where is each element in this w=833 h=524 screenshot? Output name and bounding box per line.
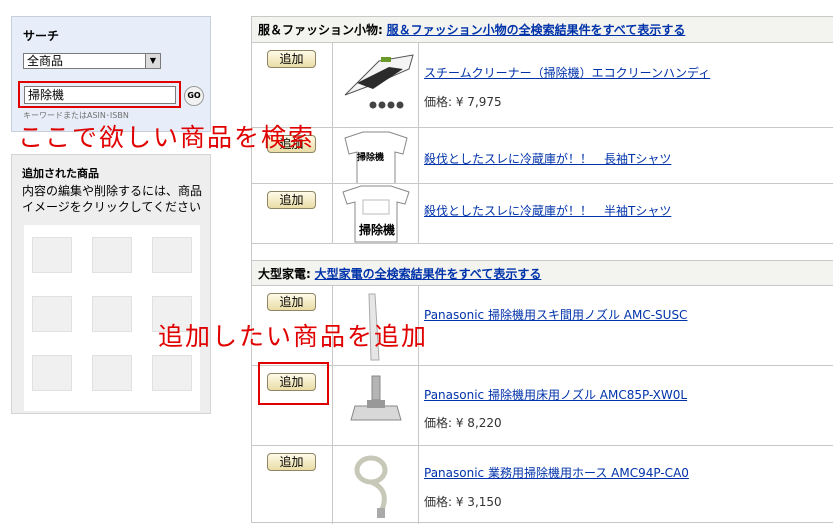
product-row: 追加 掃除機 殺伐としたスレに冷蔵庫が！！ 半袖Tシャツ: [252, 184, 833, 244]
thumbnail-slot[interactable]: [32, 237, 72, 273]
product-row: 追加 Panasonic 業務用掃除機用ホース AMC94P-CA0 価格: ¥…: [252, 446, 833, 524]
search-annotation: ここで欲しい商品を検索: [18, 123, 316, 152]
added-items-title: 追加された商品: [22, 167, 99, 180]
floor-nozzle-image: [350, 375, 402, 421]
product-title-link[interactable]: Panasonic 掃除機用スキ間用ノズル AMC-SUSC: [424, 306, 687, 323]
add-button[interactable]: 追加: [267, 50, 316, 68]
product-title-link[interactable]: 殺伐としたスレに冷蔵庫が！！ 長袖Tシャツ: [424, 150, 671, 167]
thumbnail-slot[interactable]: [32, 355, 72, 391]
add-button[interactable]: 追加: [267, 293, 316, 311]
product-title-link[interactable]: 殺伐としたスレに冷蔵庫が！！ 半袖Tシャツ: [424, 202, 671, 219]
tshirt-print: 掃除機: [357, 153, 385, 163]
steam-cleaner-image: [344, 54, 414, 109]
category-select-value: 全商品: [27, 54, 64, 68]
tshirt-print: 掃除機: [359, 223, 396, 237]
thumbnail-slot[interactable]: [152, 237, 192, 273]
thumbnail-slot[interactable]: [92, 237, 132, 273]
product-price: 価格: ¥ 7,975: [424, 95, 502, 109]
product-title-link[interactable]: Panasonic 業務用掃除機用ホース AMC94P-CA0: [424, 464, 689, 481]
product-image[interactable]: [333, 366, 419, 445]
thumbnail-slot[interactable]: [92, 296, 132, 332]
add-cell: 追加: [252, 446, 333, 524]
add-button[interactable]: 追加: [267, 453, 316, 471]
product-row: 追加 Panasonic 掃除機用床用ノズル AMC85P-XW0L 価格: ¥…: [252, 366, 833, 446]
category-name: 大型家電:: [258, 267, 311, 281]
product-row: 追加 スチームクリーナー（掃除機）エコクリーンハンディ 価格: ¥ 7,975: [252, 43, 833, 128]
product-row: 追加 掃除機 殺伐としたスレに冷蔵庫が！！ 長袖Tシャツ: [252, 128, 833, 184]
search-title: サーチ: [23, 29, 60, 43]
product-image[interactable]: 掃除機: [333, 184, 419, 243]
category-header: 服＆ファッション小物: 服＆ファッション小物の全検索結果件をすべて表示する: [252, 17, 833, 43]
add-cell: 追加: [252, 184, 333, 243]
category-header: 大型家電: 大型家電の全検索結果件をすべて表示する: [252, 260, 833, 286]
go-button[interactable]: GO: [184, 86, 204, 106]
thumbnail-slot[interactable]: [152, 355, 192, 391]
product-title-link[interactable]: スチームクリーナー（掃除機）エコクリーンハンディ: [424, 64, 710, 81]
product-image[interactable]: [333, 446, 419, 524]
add-annotation: 追加したい商品を追加: [158, 322, 429, 351]
add-button[interactable]: 追加: [267, 191, 316, 209]
product-image[interactable]: [333, 43, 419, 127]
category-all-results-link[interactable]: 服＆ファッション小物の全検索結果件をすべて表示する: [387, 23, 686, 37]
added-items-panel: 追加された商品 内容の編集や削除するには、商品イメージをクリックしてください: [11, 154, 211, 414]
category-all-results-link[interactable]: 大型家電の全検索結果件をすべて表示する: [315, 267, 542, 281]
hose-image: [354, 455, 388, 518]
category-name: 服＆ファッション小物:: [258, 23, 383, 37]
added-items-description: 内容の編集や削除するには、商品イメージをクリックしてください: [22, 184, 203, 214]
product-price: 価格: ¥ 3,150: [424, 495, 502, 509]
search-panel: サーチ 全商品 ▼ 掃除機 GO キーワードまたはASIN･ISBN: [11, 16, 211, 132]
chevron-down-icon[interactable]: ▼: [145, 54, 160, 68]
search-highlight: [18, 81, 181, 108]
search-results: 服＆ファッション小物: 服＆ファッション小物の全検索結果件をすべて表示する 追加…: [251, 16, 833, 524]
product-image[interactable]: 掃除機: [333, 128, 419, 183]
add-cell: 追加: [252, 43, 333, 127]
add-highlight: [258, 362, 329, 405]
thumbnail-slot[interactable]: [32, 296, 72, 332]
product-price: 価格: ¥ 8,220: [424, 416, 502, 430]
product-title-link[interactable]: Panasonic 掃除機用床用ノズル AMC85P-XW0L: [424, 386, 687, 403]
thumbnail-slot[interactable]: [92, 355, 132, 391]
category-select[interactable]: 全商品 ▼: [23, 53, 161, 69]
